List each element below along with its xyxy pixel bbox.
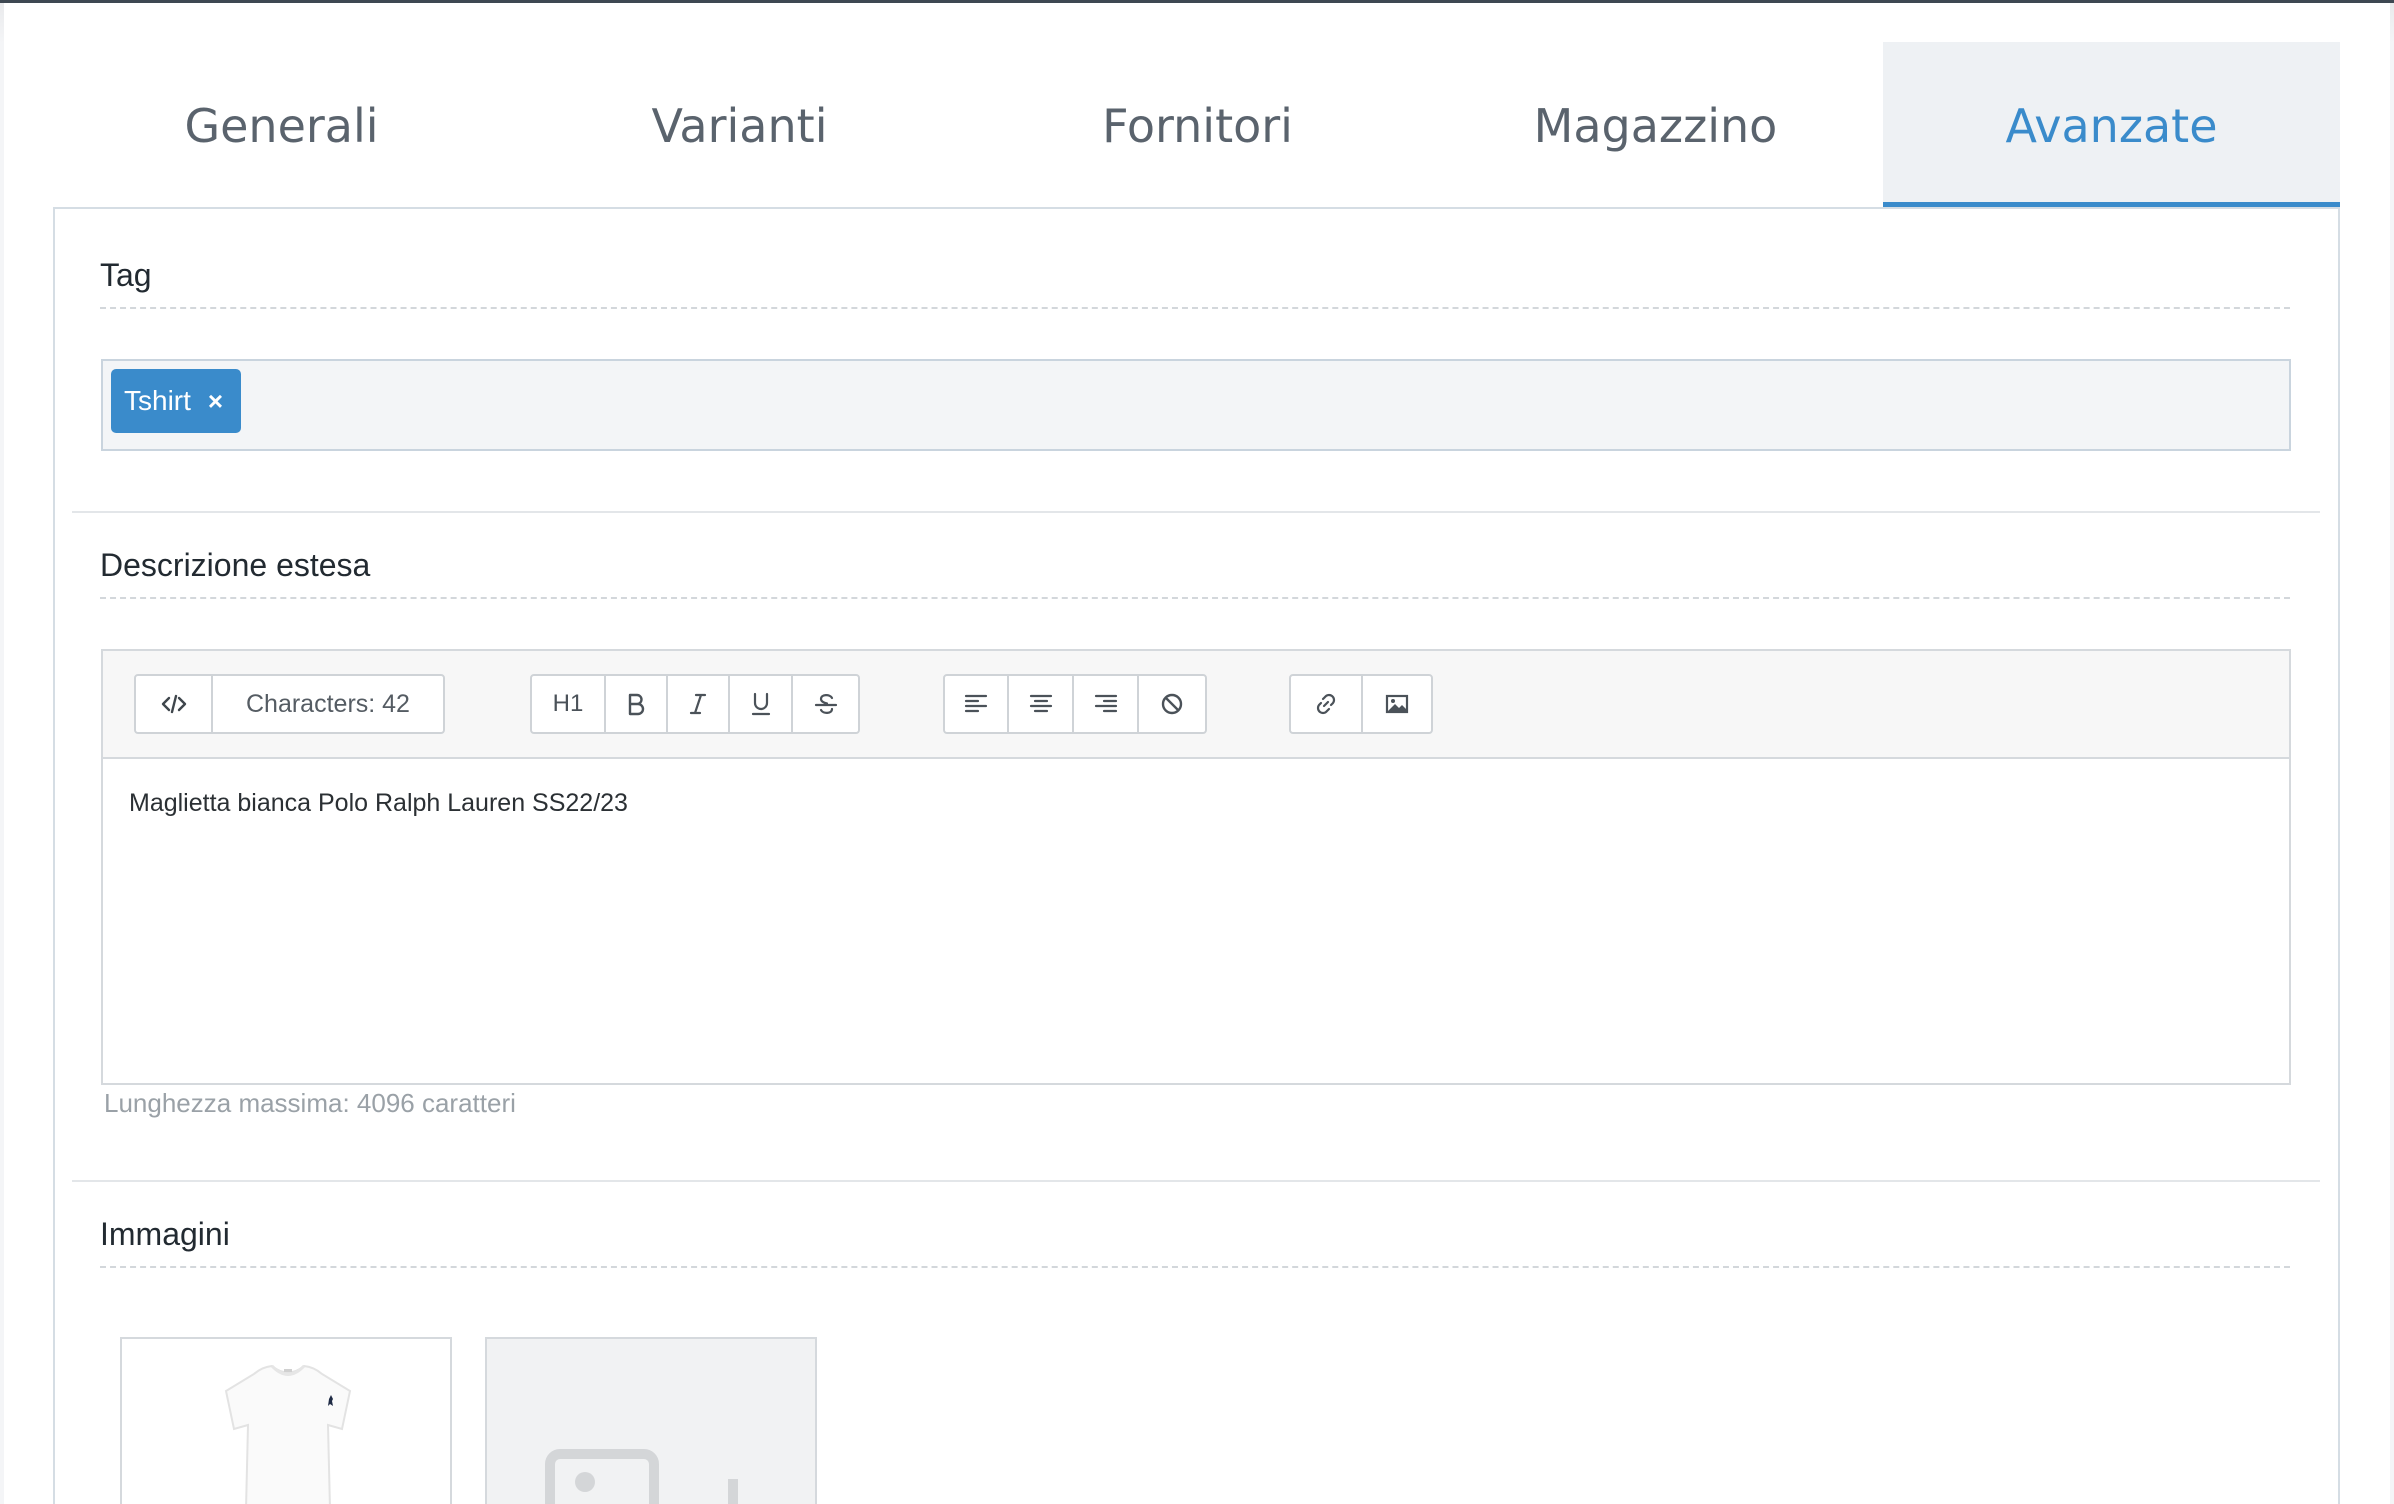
align-right-icon[interactable]	[1074, 676, 1139, 732]
link-icon[interactable]	[1291, 676, 1363, 732]
tshirt-image	[122, 1339, 450, 1504]
description-section-title: Descrizione estesa	[100, 547, 371, 583]
align-left-icon[interactable]	[945, 676, 1009, 732]
bold-icon[interactable]	[606, 676, 668, 732]
code-icon[interactable]	[136, 676, 213, 732]
tab-varianti[interactable]: Varianti	[511, 42, 968, 209]
character-counter: Characters: 42	[246, 689, 410, 718]
product-image-thumbnail[interactable]	[120, 1337, 452, 1504]
underline-icon[interactable]	[730, 676, 793, 732]
image-icon[interactable]	[1363, 676, 1431, 732]
tab-generali[interactable]: Generali	[53, 42, 510, 209]
max-length-hint: Lunghezza massima: 4096 caratteri	[104, 1088, 516, 1118]
format-group: H1	[530, 674, 860, 734]
tab-magazzino[interactable]: Magazzino	[1427, 42, 1884, 209]
rich-text-editor: Characters: 42 H1 Maglietta bianca Polo …	[101, 649, 2291, 1085]
align-center-icon[interactable]	[1009, 676, 1074, 732]
tab-fornitori[interactable]: Fornitori	[969, 42, 1426, 209]
image-placeholder-icon	[545, 1449, 738, 1504]
tag-remove-icon[interactable]: ×	[208, 386, 223, 417]
source-group: Characters: 42	[134, 674, 445, 734]
editor-content[interactable]: Maglietta bianca Polo Ralph Lauren SS22/…	[129, 789, 628, 818]
align-group	[943, 674, 1207, 734]
section-divider	[100, 307, 2290, 309]
clear-format-icon[interactable]	[1139, 676, 1205, 732]
section-separator	[72, 511, 2320, 513]
italic-icon[interactable]	[668, 676, 730, 732]
images-section-title: Immagini	[100, 1216, 230, 1252]
editor-toolbar: Characters: 42 H1	[103, 651, 2289, 759]
insert-group	[1289, 674, 1433, 734]
tag-chip-label: Tshirt	[124, 385, 191, 416]
tag-chip: Tshirt ×	[111, 369, 241, 433]
tab-bar: Generali Varianti Fornitori Magazzino Av…	[53, 42, 2340, 209]
heading-button[interactable]: H1	[532, 676, 606, 732]
tag-input[interactable]: Tshirt ×	[101, 359, 2291, 451]
section-separator	[72, 1180, 2320, 1182]
section-divider	[100, 597, 2290, 599]
image-placeholder[interactable]	[485, 1337, 817, 1504]
section-divider	[100, 1266, 2290, 1268]
tag-section-title: Tag	[100, 257, 152, 293]
tab-avanzate[interactable]: Avanzate	[1883, 42, 2340, 209]
strikethrough-icon[interactable]	[793, 676, 858, 732]
